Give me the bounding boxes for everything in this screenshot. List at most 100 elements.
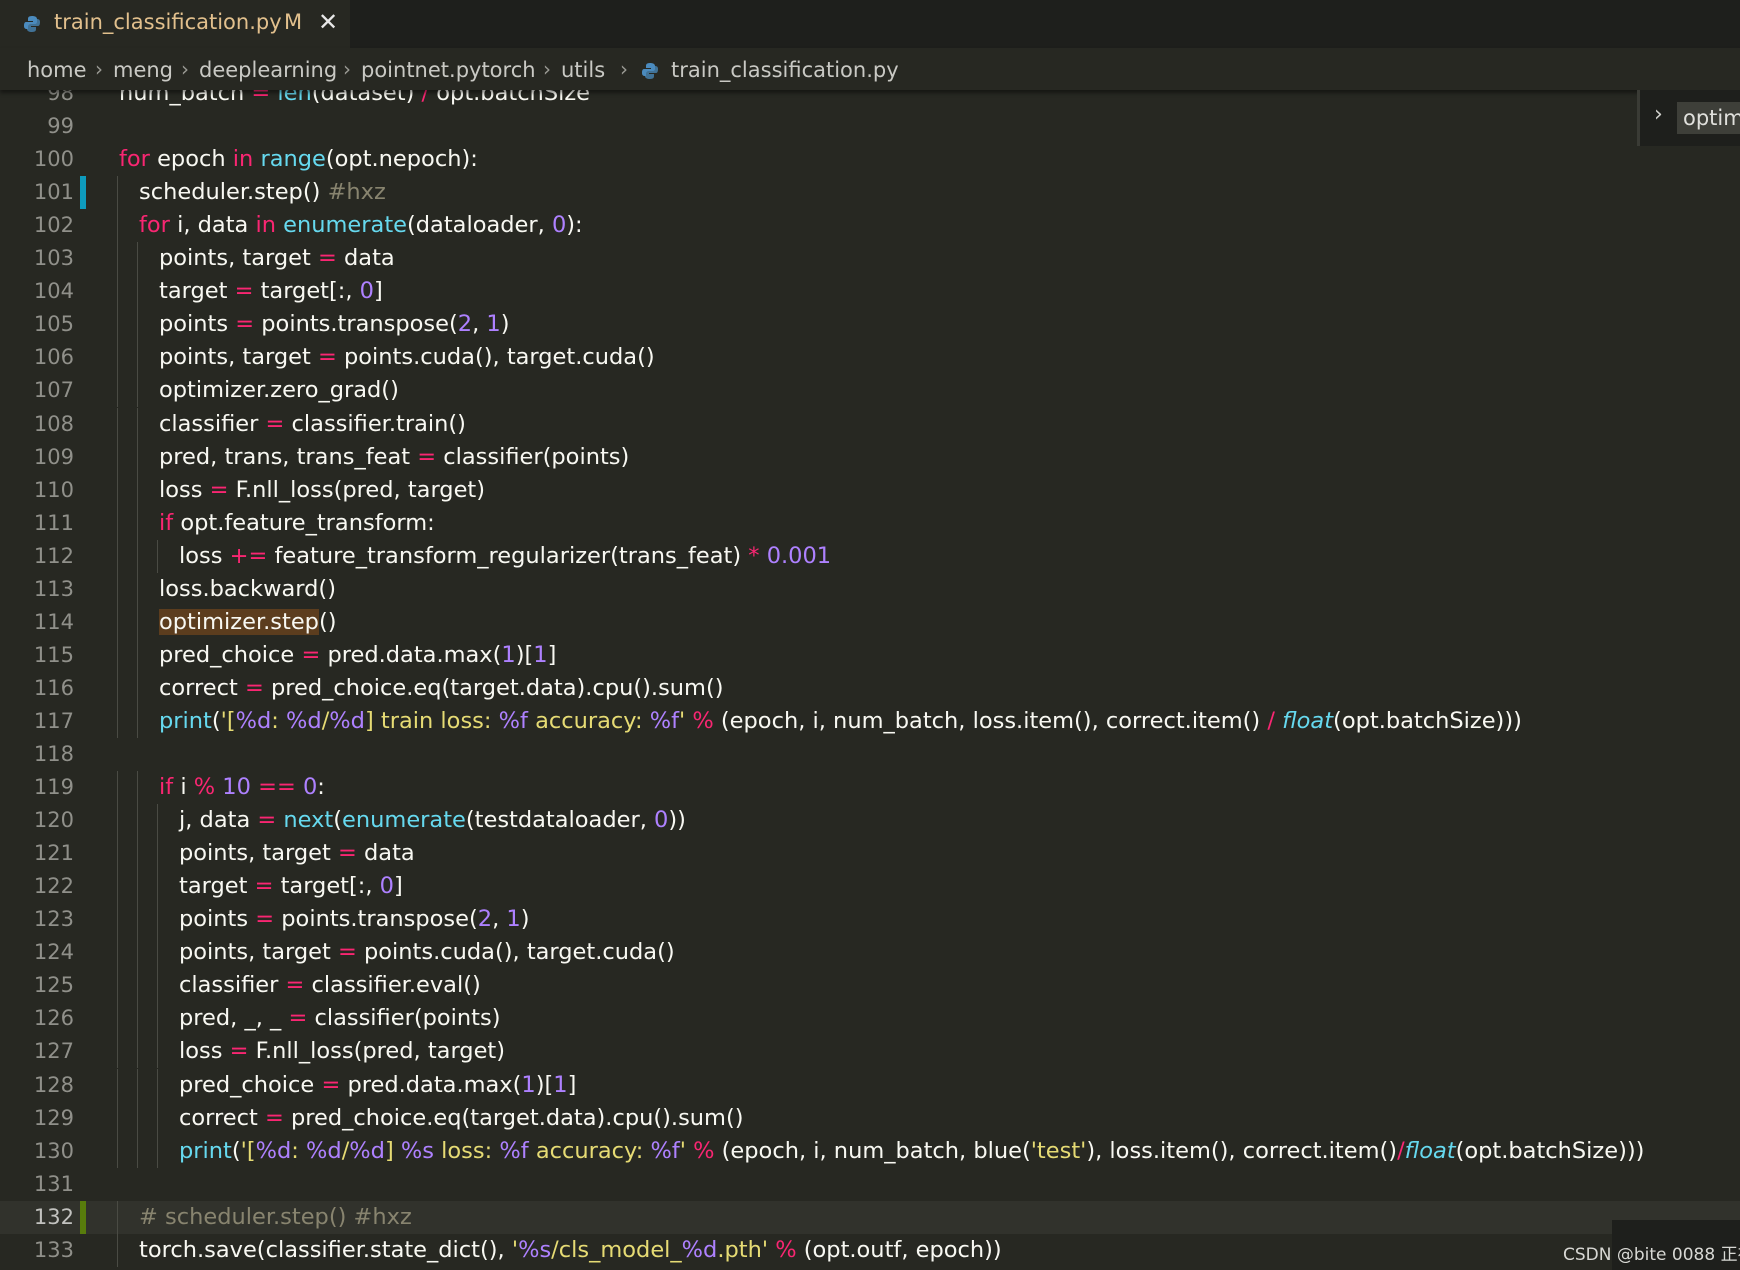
code-text: points = points.transpose(2, 1): [159, 308, 510, 341]
code-token: )[: [535, 1071, 554, 1098]
code-token: points.cuda(), target.cuda(): [336, 344, 655, 371]
code-token: 0: [359, 278, 374, 305]
code-line[interactable]: 114 optimizer.step(): [0, 605, 1740, 639]
code-token: (epoch, i, num_batch, blue(: [714, 1137, 1031, 1164]
indent-guide: [117, 638, 118, 672]
code-line[interactable]: 105 points = points.transpose(2, 1): [0, 308, 1740, 342]
line-number: 114: [33, 609, 74, 634]
code-line[interactable]: 126 pred, _, _ = classifier(points): [0, 1002, 1740, 1036]
code-editor[interactable]: 98 num_batch = len(dataset) / opt.batchSi…: [0, 90, 1740, 1270]
code-line[interactable]: 121 points, target = data: [0, 837, 1740, 871]
tab-train-classification[interactable]: train_classification.py M ✕: [0, 0, 350, 48]
code-line[interactable]: 115 pred_choice = pred.data.max(1)[1]: [0, 638, 1740, 672]
code-line[interactable]: 132 # scheduler.step() #hxz: [0, 1200, 1740, 1234]
code-line[interactable]: 123 points = points.transpose(2, 1): [0, 903, 1740, 937]
line-number: 128: [33, 1072, 74, 1097]
code-line[interactable]: 109 pred, trans, trans_feat = classifier(…: [0, 440, 1740, 474]
code-token: in: [255, 212, 276, 239]
code-line[interactable]: 133 torch.save(classifier.state_dict(), '…: [0, 1233, 1740, 1267]
code-token: =: [288, 1005, 308, 1032]
sticky-scroll-widget[interactable]: › optim: [1637, 90, 1740, 146]
code-line[interactable]: 111 if opt.feature_transform:: [0, 506, 1740, 540]
code-line[interactable]: 100 for epoch in range(opt.nepoch):: [0, 143, 1740, 176]
code-token: loss: [179, 1038, 230, 1065]
code-line[interactable]: 130 print('[%d: %d/%d] %s loss: %f accura…: [0, 1134, 1740, 1168]
breadcrumb-pointnet[interactable]: pointnet.pytorch: [361, 58, 536, 82]
code-line[interactable]: 129 correct = pred_choice.eq(target.data)…: [0, 1101, 1740, 1135]
code-line[interactable]: 118: [0, 738, 1740, 771]
indent-guide: [137, 1068, 138, 1102]
chevron-right-icon[interactable]: ›: [1654, 102, 1663, 127]
line-number: 124: [33, 940, 74, 965]
close-icon[interactable]: ✕: [318, 8, 338, 36]
code-text: # scheduler.step() #hxz: [139, 1201, 412, 1234]
gutter-added-marker[interactable]: [80, 1200, 86, 1234]
code-line[interactable]: 107 optimizer.zero_grad(): [0, 374, 1740, 408]
breadcrumb-meng[interactable]: meng: [113, 58, 173, 82]
code-token: target: [159, 278, 235, 305]
code-line[interactable]: 98 num_batch = len(dataset) / opt.batchSi…: [0, 90, 1740, 110]
code-line[interactable]: 116 correct = pred_choice.eq(target.data)…: [0, 671, 1740, 705]
breadcrumb-home[interactable]: home: [27, 58, 87, 82]
code-token: ]: [374, 278, 383, 305]
line-number: 129: [33, 1105, 74, 1130]
code-text: classifier = classifier.eval(): [179, 969, 481, 1002]
indent-guide: [137, 572, 138, 606]
code-line[interactable]: 99: [0, 110, 1740, 143]
code-line[interactable]: 103 points, target = data: [0, 242, 1740, 276]
code-line[interactable]: 131: [0, 1168, 1740, 1201]
code-line[interactable]: 102 for i, data in enumerate(dataloader, …: [0, 209, 1740, 243]
code-token: +=: [229, 542, 268, 569]
code-line[interactable]: 120 j, data = next(enumerate(testdataload…: [0, 804, 1740, 838]
code-token: )): [668, 807, 686, 834]
indent-guide: [117, 1068, 118, 1102]
indent-guide: [157, 969, 158, 1003]
code-line[interactable]: 128 pred_choice = pred.data.max(1)[1]: [0, 1068, 1740, 1102]
code-line[interactable]: 104 target = target[:, 0]: [0, 275, 1740, 309]
indent-guide: [137, 440, 138, 474]
line-number: 127: [33, 1039, 74, 1064]
code-line[interactable]: 124 points, target = points.cuda(), targe…: [0, 936, 1740, 970]
code-token: %: [692, 707, 714, 734]
code-line[interactable]: 113 loss.backward(): [0, 572, 1740, 606]
breadcrumb-utils[interactable]: utils: [561, 58, 605, 82]
code-token: )[: [515, 641, 534, 668]
gutter-modified-marker[interactable]: [80, 176, 86, 210]
code-line[interactable]: 112 loss += feature_transform_regularizer…: [0, 539, 1740, 573]
code-token: =: [317, 245, 337, 272]
code-text: print('[%d: %d/%d] train loss: %f accura…: [159, 705, 1522, 738]
line-number: 131: [33, 1171, 74, 1196]
code-line[interactable]: 108 classifier = classifier.train(): [0, 407, 1740, 441]
code-text: optimizer.step(): [159, 606, 337, 639]
code-token: =: [234, 278, 254, 305]
code-token: %s: [518, 1236, 552, 1263]
indent-guide: [137, 275, 138, 309]
code-token: 1: [506, 906, 521, 933]
breadcrumb-deeplearning[interactable]: deeplearning: [199, 58, 337, 82]
code-text: target = target[:, 0]: [179, 870, 403, 903]
code-line[interactable]: 125 classifier = classifier.eval(): [0, 969, 1740, 1003]
code-line[interactable]: 117 print('[%d: %d/%d] train loss: %f acc…: [0, 704, 1740, 738]
indent-guide: [157, 837, 158, 871]
code-token: (epoch, i, num_batch, loss.item(), corre…: [713, 707, 1268, 734]
code-token: pred.data.max(: [320, 641, 502, 668]
indent-guide: [157, 1068, 158, 1102]
code-line[interactable]: 127 loss = F.nll_loss(pred, target): [0, 1035, 1740, 1069]
indent-guide: [117, 572, 118, 606]
code-token: :: [271, 707, 287, 734]
line-number: 122: [33, 874, 74, 899]
code-token: =: [209, 476, 229, 503]
code-line[interactable]: 119 if i % 10 == 0:: [0, 771, 1740, 805]
code-token: optimizer.step: [159, 608, 319, 635]
code-line[interactable]: 122 target = target[:, 0]: [0, 870, 1740, 904]
code-line[interactable]: 110 loss = F.nll_loss(pred, target): [0, 473, 1740, 507]
code-token: opt.batchSize: [429, 90, 591, 106]
breadcrumb-file[interactable]: train_classification.py: [671, 58, 899, 82]
code-line[interactable]: 106 points, target = points.cuda(), targe…: [0, 341, 1740, 375]
code-text: loss = F.nll_loss(pred, target): [159, 474, 485, 507]
code-line[interactable]: 101 scheduler.step() #hxz: [0, 176, 1740, 210]
code-token: pred_choice: [159, 641, 302, 668]
code-token: #hxz: [327, 179, 386, 206]
code-text: for epoch in range(opt.nepoch):: [119, 143, 478, 176]
